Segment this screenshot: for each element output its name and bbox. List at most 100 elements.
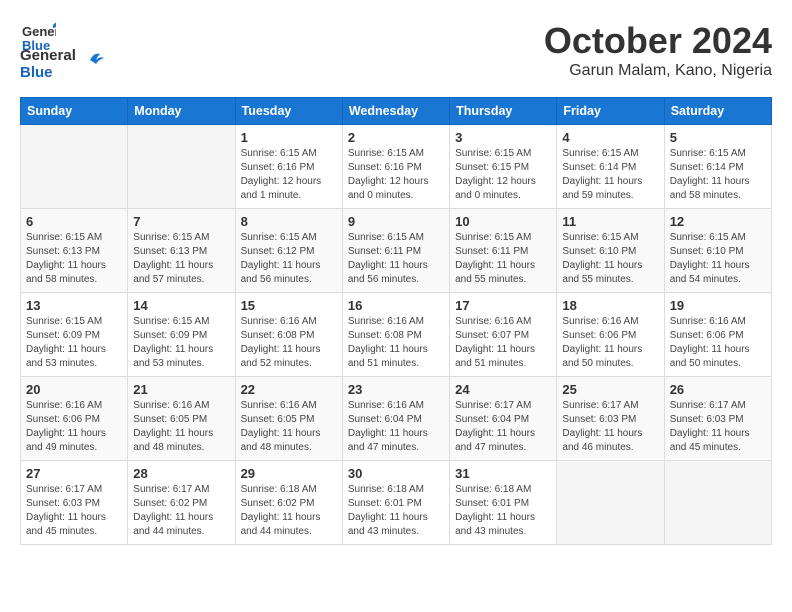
day-number: 27 xyxy=(26,466,122,481)
calendar-cell xyxy=(664,461,771,545)
day-info: Sunrise: 6:15 AM Sunset: 6:16 PM Dayligh… xyxy=(348,147,444,203)
header-monday: Monday xyxy=(128,98,235,125)
day-number: 20 xyxy=(26,382,122,397)
day-info: Sunrise: 6:15 AM Sunset: 6:13 PM Dayligh… xyxy=(133,231,229,287)
page-header: General Blue General Blue October 2024 G… xyxy=(20,20,772,81)
calendar-table: Sunday Monday Tuesday Wednesday Thursday… xyxy=(20,97,772,545)
day-number: 29 xyxy=(241,466,337,481)
day-info: Sunrise: 6:15 AM Sunset: 6:16 PM Dayligh… xyxy=(241,147,337,203)
day-number: 10 xyxy=(455,214,551,229)
calendar-cell: 2 Sunrise: 6:15 AM Sunset: 6:16 PM Daylig… xyxy=(342,125,449,209)
week-row-2: 13 Sunrise: 6:15 AM Sunset: 6:09 PM Dayli… xyxy=(21,293,772,377)
header-thursday: Thursday xyxy=(450,98,557,125)
day-number: 12 xyxy=(670,214,766,229)
day-info: Sunrise: 6:15 AM Sunset: 6:15 PM Dayligh… xyxy=(455,147,551,203)
day-info: Sunrise: 6:16 AM Sunset: 6:07 PM Dayligh… xyxy=(455,315,551,371)
logo-line2: Blue xyxy=(20,65,76,82)
day-number: 16 xyxy=(348,298,444,313)
day-info: Sunrise: 6:17 AM Sunset: 6:03 PM Dayligh… xyxy=(26,483,122,539)
header-saturday: Saturday xyxy=(664,98,771,125)
title-block: October 2024 Garun Malam, Kano, Nigeria xyxy=(544,20,772,80)
day-number: 7 xyxy=(133,214,229,229)
calendar-cell: 19 Sunrise: 6:16 AM Sunset: 6:06 PM Dayli… xyxy=(664,293,771,377)
day-info: Sunrise: 6:15 AM Sunset: 6:09 PM Dayligh… xyxy=(26,315,122,371)
calendar-cell: 24Sunrise: 6:17 AM Sunset: 6:04 PM Dayli… xyxy=(450,377,557,461)
calendar-cell: 7 Sunrise: 6:15 AM Sunset: 6:13 PM Daylig… xyxy=(128,209,235,293)
calendar-cell: 3 Sunrise: 6:15 AM Sunset: 6:15 PM Daylig… xyxy=(450,125,557,209)
day-info: Sunrise: 6:16 AM Sunset: 6:05 PM Dayligh… xyxy=(133,399,229,455)
calendar-cell xyxy=(128,125,235,209)
day-info: Sunrise: 6:18 AM Sunset: 6:01 PM Dayligh… xyxy=(348,483,444,539)
week-row-0: 1 Sunrise: 6:15 AM Sunset: 6:16 PM Daylig… xyxy=(21,125,772,209)
day-info: Sunrise: 6:16 AM Sunset: 6:08 PM Dayligh… xyxy=(241,315,337,371)
day-number: 6 xyxy=(26,214,122,229)
day-info: Sunrise: 6:17 AM Sunset: 6:03 PM Dayligh… xyxy=(562,399,658,455)
day-number: 13 xyxy=(26,298,122,313)
calendar-cell: 15 Sunrise: 6:16 AM Sunset: 6:08 PM Dayli… xyxy=(235,293,342,377)
calendar-cell: 30 Sunrise: 6:18 AM Sunset: 6:01 PM Dayli… xyxy=(342,461,449,545)
day-number: 1 xyxy=(241,130,337,145)
calendar-cell xyxy=(557,461,664,545)
week-row-1: 6 Sunrise: 6:15 AM Sunset: 6:13 PM Daylig… xyxy=(21,209,772,293)
day-info: Sunrise: 6:17 AM Sunset: 6:04 PM Dayligh… xyxy=(455,399,551,455)
day-number: 9 xyxy=(348,214,444,229)
day-number: 28 xyxy=(133,466,229,481)
header-friday: Friday xyxy=(557,98,664,125)
day-number: 4 xyxy=(562,130,658,145)
day-number: 5 xyxy=(670,130,766,145)
day-number: 2 xyxy=(348,130,444,145)
day-info: Sunrise: 6:16 AM Sunset: 6:08 PM Dayligh… xyxy=(348,315,444,371)
calendar-cell: 4 Sunrise: 6:15 AM Sunset: 6:14 PM Daylig… xyxy=(557,125,664,209)
calendar-cell: 18Sunrise: 6:16 AM Sunset: 6:06 PM Dayli… xyxy=(557,293,664,377)
calendar-cell: 12 Sunrise: 6:15 AM Sunset: 6:10 PM Dayli… xyxy=(664,209,771,293)
day-info: Sunrise: 6:18 AM Sunset: 6:01 PM Dayligh… xyxy=(455,483,551,539)
day-number: 8 xyxy=(241,214,337,229)
calendar-cell: 28Sunrise: 6:17 AM Sunset: 6:02 PM Dayli… xyxy=(128,461,235,545)
day-info: Sunrise: 6:16 AM Sunset: 6:04 PM Dayligh… xyxy=(348,399,444,455)
day-number: 11 xyxy=(562,214,658,229)
day-info: Sunrise: 6:16 AM Sunset: 6:05 PM Dayligh… xyxy=(241,399,337,455)
calendar-cell: 17 Sunrise: 6:16 AM Sunset: 6:07 PM Dayli… xyxy=(450,293,557,377)
header-sunday: Sunday xyxy=(21,98,128,125)
day-number: 30 xyxy=(348,466,444,481)
day-number: 31 xyxy=(455,466,551,481)
calendar-cell: 29 Sunrise: 6:18 AM Sunset: 6:02 PM Dayli… xyxy=(235,461,342,545)
calendar-cell: 5 Sunrise: 6:15 AM Sunset: 6:14 PM Daylig… xyxy=(664,125,771,209)
calendar-cell: 25Sunrise: 6:17 AM Sunset: 6:03 PM Dayli… xyxy=(557,377,664,461)
day-number: 21 xyxy=(133,382,229,397)
calendar-cell: 22 Sunrise: 6:16 AM Sunset: 6:05 PM Dayli… xyxy=(235,377,342,461)
calendar-subtitle: Garun Malam, Kano, Nigeria xyxy=(544,62,772,80)
day-number: 14 xyxy=(133,298,229,313)
calendar-cell: 16 Sunrise: 6:16 AM Sunset: 6:08 PM Dayli… xyxy=(342,293,449,377)
bird-icon xyxy=(80,46,108,74)
svg-text:General: General xyxy=(22,24,56,39)
calendar-cell: 8Sunrise: 6:15 AM Sunset: 6:12 PM Daylig… xyxy=(235,209,342,293)
day-number: 15 xyxy=(241,298,337,313)
day-info: Sunrise: 6:18 AM Sunset: 6:02 PM Dayligh… xyxy=(241,483,337,539)
day-info: Sunrise: 6:15 AM Sunset: 6:14 PM Dayligh… xyxy=(670,147,766,203)
day-info: Sunrise: 6:15 AM Sunset: 6:09 PM Dayligh… xyxy=(133,315,229,371)
logo: General Blue General Blue xyxy=(20,20,108,81)
week-row-3: 20 Sunrise: 6:16 AM Sunset: 6:06 PM Dayli… xyxy=(21,377,772,461)
day-info: Sunrise: 6:15 AM Sunset: 6:14 PM Dayligh… xyxy=(562,147,658,203)
day-info: Sunrise: 6:15 AM Sunset: 6:10 PM Dayligh… xyxy=(670,231,766,287)
calendar-cell: 20 Sunrise: 6:16 AM Sunset: 6:06 PM Dayli… xyxy=(21,377,128,461)
calendar-title: October 2024 xyxy=(544,20,772,62)
calendar-cell: 10Sunrise: 6:15 AM Sunset: 6:11 PM Dayli… xyxy=(450,209,557,293)
day-info: Sunrise: 6:16 AM Sunset: 6:06 PM Dayligh… xyxy=(26,399,122,455)
day-number: 22 xyxy=(241,382,337,397)
calendar-cell: 6Sunrise: 6:15 AM Sunset: 6:13 PM Daylig… xyxy=(21,209,128,293)
calendar-cell: 11Sunrise: 6:15 AM Sunset: 6:10 PM Dayli… xyxy=(557,209,664,293)
day-number: 19 xyxy=(670,298,766,313)
day-info: Sunrise: 6:16 AM Sunset: 6:06 PM Dayligh… xyxy=(670,315,766,371)
calendar-cell: 14 Sunrise: 6:15 AM Sunset: 6:09 PM Dayli… xyxy=(128,293,235,377)
calendar-cell: 13 Sunrise: 6:15 AM Sunset: 6:09 PM Dayli… xyxy=(21,293,128,377)
day-number: 18 xyxy=(562,298,658,313)
calendar-cell: 31 Sunrise: 6:18 AM Sunset: 6:01 PM Dayli… xyxy=(450,461,557,545)
day-info: Sunrise: 6:15 AM Sunset: 6:11 PM Dayligh… xyxy=(348,231,444,287)
day-number: 3 xyxy=(455,130,551,145)
day-number: 26 xyxy=(670,382,766,397)
calendar-cell: 26Sunrise: 6:17 AM Sunset: 6:03 PM Dayli… xyxy=(664,377,771,461)
calendar-cell: 27 Sunrise: 6:17 AM Sunset: 6:03 PM Dayli… xyxy=(21,461,128,545)
day-number: 17 xyxy=(455,298,551,313)
